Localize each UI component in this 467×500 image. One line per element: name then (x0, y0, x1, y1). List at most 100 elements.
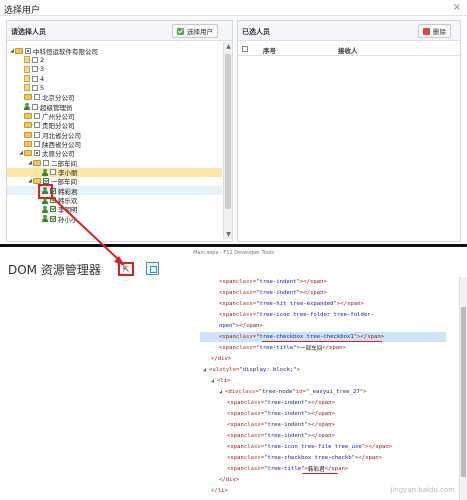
code-token: style= (219, 367, 240, 373)
highlight-box-icon[interactable] (146, 262, 159, 275)
scrollbar-thumb[interactable] (225, 54, 231, 209)
code-token: ul (212, 367, 220, 373)
expand-node-icon[interactable]: ◢ (211, 378, 214, 384)
tree-node[interactable]: 李小丽 (7, 167, 222, 177)
select-all-checkbox[interactable] (242, 46, 248, 52)
tree-checkbox[interactable] (32, 103, 38, 110)
code-token: > (227, 356, 232, 362)
tree-node[interactable]: ◢ 中科恒运软件有限公司 (7, 46, 222, 56)
dom-node-line[interactable]: < span class= "tree-icon tree-file tree_us… (227, 442, 392, 452)
scroll-down-icon[interactable]: ▼ (224, 230, 233, 239)
tree-checkbox[interactable] (34, 112, 40, 119)
tree-node[interactable]: 北京分公司 (7, 93, 222, 102)
folder-icon (33, 178, 41, 185)
code-token: span (365, 455, 379, 461)
code-token: span (222, 290, 236, 296)
tree-checkbox[interactable] (50, 197, 56, 204)
check-icon (177, 27, 184, 35)
delete-button[interactable]: 删除 (418, 24, 451, 38)
code-token: li (217, 488, 225, 494)
tree-node[interactable]: 孙小小 (7, 214, 222, 224)
tree-node[interactable]: 李明明 (7, 205, 222, 214)
tree-checkbox[interactable] (50, 169, 56, 176)
tree-checkbox[interactable] (32, 84, 38, 91)
tree-checkbox[interactable] (43, 178, 49, 185)
code-token: </ (211, 488, 218, 494)
tree-checkbox[interactable] (50, 187, 56, 194)
dom-node-line[interactable]: open" ></span > (219, 321, 263, 331)
dom-node-line[interactable]: < span class= "tree-indent" ></span > (227, 409, 335, 419)
code-token: span (230, 433, 244, 439)
tree-node[interactable]: ◢ 一部车间 (7, 177, 222, 186)
dom-node-line[interactable]: </div > (211, 354, 231, 364)
tree-checkbox[interactable] (34, 122, 40, 129)
code-token: open" (219, 323, 236, 329)
tree-node[interactable]: ◢ 二部车间 (7, 158, 222, 168)
dom-node-line[interactable]: < span class= "tree-indent" ></span > (219, 277, 327, 287)
tree-checkbox[interactable] (32, 66, 38, 73)
code-token: span (230, 455, 244, 461)
code-token: span (245, 323, 260, 329)
dom-node-line[interactable]: ◢ < li > (211, 376, 231, 386)
candidate-panel: 请选择人员 选择用户 ◢ 中科恒运软件有限公司 2 3 4 5 北京分公司 超级管理员 广州分公… (6, 20, 233, 242)
code-token: 韩彩君 (307, 467, 325, 473)
tree-node[interactable]: 3 (7, 65, 222, 74)
dom-node-line[interactable]: </div > (219, 475, 239, 485)
tree-checkbox[interactable] (34, 94, 40, 101)
tree-checkbox[interactable] (50, 215, 56, 222)
tree-scrollbar[interactable]: ▲ ▼ (223, 42, 232, 239)
tree-node[interactable]: 韩彩君 (7, 186, 222, 196)
tree-node[interactable]: 贵阳分公司 (7, 121, 222, 130)
tree-checkbox[interactable] (34, 141, 40, 147)
tree-node[interactable]: 广州分公司 (7, 111, 222, 121)
code-token: > (227, 378, 231, 384)
dom-node-line[interactable]: < span class= "tree-indent" ></span > (219, 288, 327, 298)
tree-node[interactable]: 超级管理员 (7, 102, 222, 112)
user-icon (42, 187, 48, 195)
code-token: </ (211, 356, 218, 362)
select-user-dialog: 选择用户 × 请选择人员 选择用户 ◢ 中科恒运软件有限公司 2 3 4 5 北京分公司 超级… (0, 0, 467, 244)
dom-tree-scrollbar[interactable] (459, 277, 467, 500)
dom-node-line[interactable]: < span class= "tree-title" > 一部车间 </span > (219, 343, 346, 353)
tree-node[interactable]: 5 (7, 83, 222, 92)
tree-checkbox[interactable] (50, 206, 56, 213)
dom-node-line[interactable]: < span class= "tree-indent" ></span > (227, 420, 335, 430)
tree-node[interactable]: 2 (7, 55, 222, 64)
tree-node[interactable]: ◢ 太原分公司 (7, 149, 222, 158)
tree-node-label: 3 (40, 65, 45, 74)
expand-node-icon[interactable]: ◢ (219, 389, 222, 395)
tree-node[interactable]: 韩乐欢 (7, 196, 222, 205)
dom-node-line[interactable]: < span class= "tree-indent" ></span > (227, 431, 335, 441)
close-icon[interactable]: × (453, 2, 461, 13)
select-user-button[interactable]: 选择用户 (172, 24, 218, 38)
dom-node-line[interactable]: </li > (211, 486, 228, 496)
tree-checkbox[interactable] (32, 75, 38, 82)
dom-node-line[interactable]: ◢ < div class= "tree-node" id= "_easyui_tree… (219, 387, 367, 397)
dom-tree: < span class= "tree-indent" ></span > < span c… (0, 277, 457, 500)
tree-node[interactable]: 河北省分公司 (7, 130, 222, 140)
tree-node[interactable]: 陕西省分公司 (7, 140, 222, 149)
tree-node[interactable]: 4 (7, 74, 222, 83)
dom-scrollbar-thumb[interactable] (461, 307, 466, 477)
code-token: span (329, 345, 343, 351)
tree-node-label: 孙小小 (58, 215, 78, 224)
file-icon (24, 56, 30, 64)
expand-node-icon[interactable]: ◢ (203, 367, 206, 373)
tree-checkbox[interactable] (34, 150, 40, 157)
dom-node-line[interactable]: ◢ < ul style= "display: block;" > (203, 365, 300, 375)
file-icon (24, 75, 30, 83)
tree-checkbox[interactable] (43, 159, 49, 166)
dom-node-line[interactable]: < span class= "tree-checkbox tree-checkb" >… (227, 453, 382, 463)
tree-checkbox[interactable] (25, 47, 31, 54)
scroll-up-icon[interactable]: ▲ (224, 42, 233, 51)
delete-button-label: 删除 (433, 28, 446, 36)
tree-checkbox[interactable] (34, 131, 40, 138)
dom-node-line[interactable]: < span class= "tree-indent" ></span > (227, 398, 335, 408)
select-element-button[interactable]: ⇱ (118, 262, 134, 276)
code-token: class= (235, 345, 257, 351)
dom-node-line[interactable]: < span class= "tree-hit tree-expanded" ></s… (219, 299, 364, 309)
dom-node-line[interactable]: < span class= "tree-icon tree-folder tree-… (219, 310, 374, 320)
code-token: "tree-indent" (264, 411, 308, 417)
code-token: span (309, 290, 324, 296)
tree-checkbox[interactable] (32, 56, 38, 63)
